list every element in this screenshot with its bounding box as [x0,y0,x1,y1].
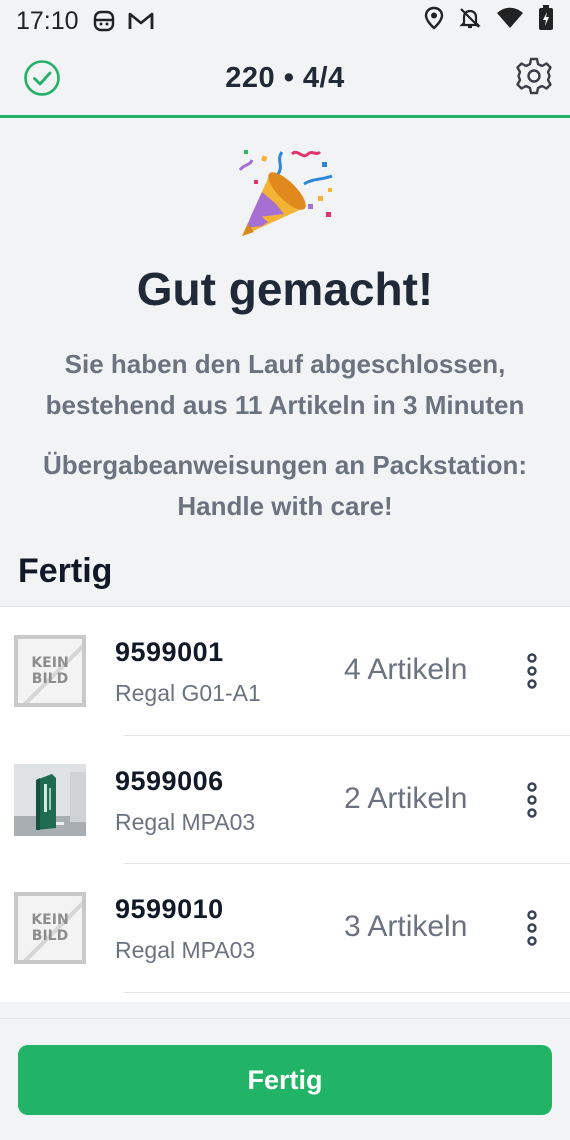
no-image-text-line2: BILD [31,928,69,944]
party-popper-icon [232,144,336,244]
more-vertical-icon[interactable] [520,651,544,691]
no-image-text-line1: KEIN [31,912,69,928]
wifi-icon [496,7,524,36]
gear-icon[interactable] [514,56,554,96]
status-bar: 17:10 [0,0,570,42]
item-code: 9599006 [115,765,224,796]
item-location: Regal G01-A1 [115,680,261,706]
run-summary-line1: Sie haben den Lauf abgeschlossen, [64,349,506,379]
item-list: KEIN BILD 9599001 Regal G01-A1 4 Artikel… [0,606,570,1002]
item-location: Regal MPA03 [115,937,256,963]
sim-face-icon [93,9,115,33]
item-quantity: 3 Artikeln [344,910,468,943]
status-time: 17:10 [16,6,79,35]
item-quantity: 2 Artikeln [344,781,468,815]
item-code: 9599001 [115,637,224,667]
item-code: 9599010 [115,894,224,924]
location-icon [424,6,444,37]
more-vertical-icon[interactable] [520,780,544,820]
list-item[interactable]: KEIN BILD 9599010 Regal MPA03 3 Artikeln [0,864,570,993]
check-circle-icon[interactable] [22,58,62,98]
bottom-bar: Fertig [0,1018,570,1140]
list-item[interactable]: KEIN BILD 9599001 Regal G01-A1 4 Artikel… [0,607,570,736]
product-image [14,763,86,836]
no-image-placeholder: KEIN BILD [14,635,86,707]
handover-instructions: Übergabeanweisungen an Packstation: Hand… [10,445,560,527]
handover-instructions-line2: Handle with care! [177,491,393,521]
item-location: Regal MPA03 [115,808,256,835]
no-image-placeholder: KEIN BILD [14,892,86,964]
app-bar: 220 • 4/4 [0,42,570,118]
more-vertical-icon[interactable] [520,908,544,948]
finish-button[interactable]: Fertig [18,1045,552,1115]
item-quantity: 4 Artikeln [344,653,468,686]
section-title: Fertig [18,552,113,590]
gmail-icon [127,10,155,32]
run-summary: Sie haben den Lauf abgeschlossen, besteh… [10,344,560,426]
battery-charging-icon [538,4,554,38]
handover-instructions-line1: Übergabeanweisungen an Packstation: [42,450,527,480]
no-image-text-line1: KEIN [31,655,69,671]
success-headline: Gut gemacht! [136,263,434,315]
row-divider [124,991,570,993]
run-summary-line2: bestehend aus 11 Artikeln in 3 Minuten [45,390,525,420]
bell-off-icon [458,6,482,37]
page-title: 220 • 4/4 [225,62,345,94]
list-item[interactable]: 9599006 Regal MPA03 2 Artikeln [0,736,570,864]
no-image-text-line2: BILD [31,671,69,687]
